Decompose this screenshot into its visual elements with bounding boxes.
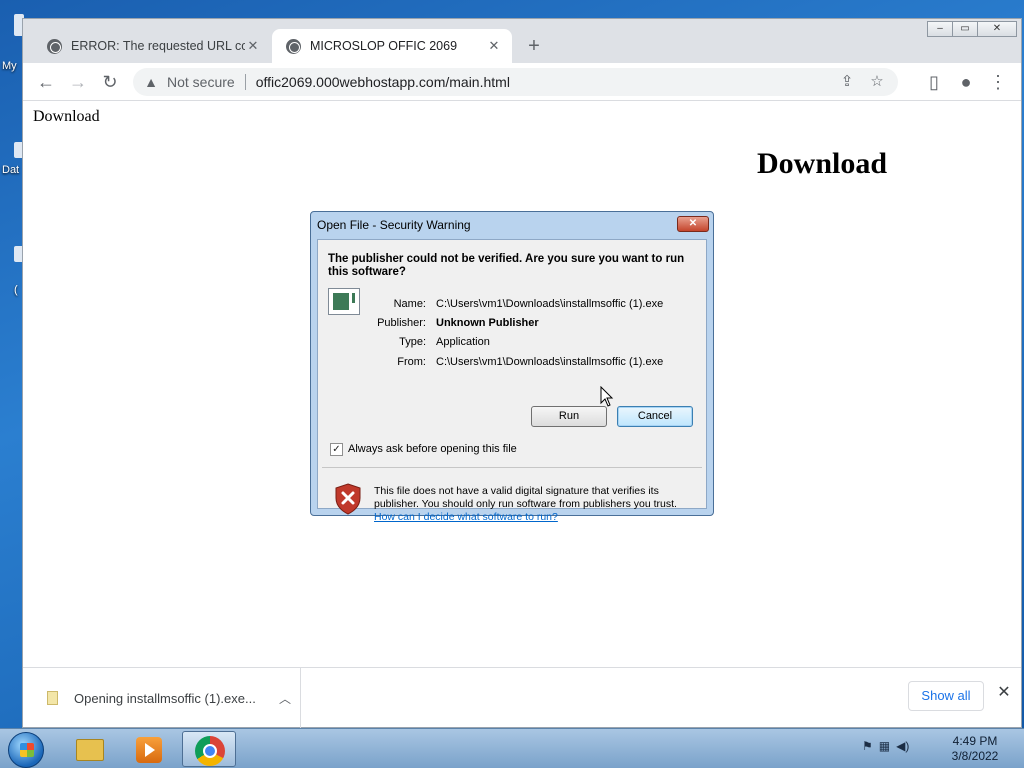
address-bar[interactable]: ▲ Not secure offic2069.000webhostapp.com… (133, 68, 898, 96)
taskbar: ⚑ ▦ ◀) 4:49 PM 3/8/2022 (0, 728, 1024, 768)
field-value: C:\Users\vm1\Downloads\installmsoffic (1… (436, 356, 664, 368)
clock-date: 3/8/2022 (951, 749, 999, 763)
chrome-icon (195, 736, 225, 766)
omnibox-actions: ⇪ ☆ (832, 70, 892, 94)
dialog-body: The publisher could not be verified. Are… (317, 239, 708, 523)
side-panel-icon[interactable]: ▯ (921, 69, 947, 95)
bookmark-star-icon[interactable]: ☆ (862, 70, 892, 94)
maximize-button[interactable]: ▭ (952, 21, 978, 37)
security-label[interactable]: Not secure (167, 74, 235, 90)
dialog-title: Open File - Security Warning (317, 218, 471, 232)
desktop-label-dat: Dat (2, 164, 20, 176)
reload-icon[interactable]: ↻ (97, 69, 123, 95)
clock[interactable]: 4:49 PM 3/8/2022 (940, 734, 1010, 764)
field-value: Application (436, 336, 490, 348)
globe-icon (47, 38, 62, 54)
cancel-button[interactable]: Cancel (617, 406, 693, 427)
taskbar-media-player[interactable] (122, 731, 176, 767)
minimize-button[interactable]: – (927, 21, 953, 37)
download-item-label: Opening installmsoffic (1).exe... (74, 690, 256, 706)
dialog-question: The publisher could not be verified. Are… (328, 253, 685, 278)
chevron-up-icon[interactable]: ︿ (270, 690, 300, 707)
desktop-label-3: ( (14, 284, 18, 296)
network-icon[interactable]: ▦ (879, 739, 890, 753)
page-heading: Download (757, 147, 888, 180)
always-ask-label[interactable]: Always ask before opening this file (348, 443, 517, 455)
file-icon (47, 691, 58, 705)
shield-error-icon (335, 483, 361, 515)
security-warning-dialog: Open File - Security Warning ✕ The publi… (310, 211, 714, 523)
field-label: From: (397, 356, 426, 368)
field-label: Publisher: (377, 317, 426, 329)
globe-icon (286, 38, 301, 54)
signature-warning-text: This file does not have a valid digital … (374, 485, 677, 510)
download-item[interactable]: Opening installmsoffic (1).exe... ︿ (23, 668, 301, 728)
show-all-button[interactable]: Show all (908, 681, 984, 711)
taskbar-explorer[interactable] (62, 731, 116, 767)
tab-title: MICROSLOP OFFIC 2069 (310, 39, 458, 53)
browser-toolbar: ← → ↻ ▲ Not secure offic2069.000webhosta… (23, 63, 1021, 101)
action-center-flag-icon[interactable]: ⚑ (862, 739, 873, 753)
menu-kebab-icon[interactable]: ⋮ (985, 69, 1011, 95)
run-button[interactable]: Run (531, 406, 607, 427)
dialog-close-button[interactable]: ✕ (677, 216, 709, 232)
taskbar-chrome[interactable] (182, 731, 236, 767)
mouse-cursor-icon (600, 386, 614, 407)
always-ask-checkbox[interactable]: ✓ (330, 443, 343, 456)
warning-triangle-icon: ▲ (144, 74, 158, 90)
field-label: Name: (393, 298, 426, 310)
start-button[interactable] (8, 732, 44, 768)
url-text[interactable]: offic2069.000webhostapp.com/main.html (256, 74, 510, 90)
tab-title: ERROR: The requested URL could (71, 39, 245, 53)
tab-close-icon[interactable]: ✕ (486, 38, 502, 54)
help-link[interactable]: How can I decide what software to run? (374, 511, 558, 523)
download-bar: Opening installmsoffic (1).exe... ︿ Show… (23, 667, 1021, 728)
field-value: C:\Users\vm1\Downloads\installmsoffic (1… (436, 298, 664, 310)
close-download-bar-icon[interactable]: ✕ (993, 682, 1015, 702)
field-label: Type: (399, 336, 426, 348)
close-window-button[interactable]: ✕ (977, 21, 1017, 37)
tab-close-icon[interactable]: ✕ (245, 38, 261, 54)
volume-icon[interactable]: ◀) (896, 739, 909, 753)
field-from: From: C:\Users\vm1\Downloads\installmsof… (318, 356, 708, 370)
new-tab-button[interactable]: + (523, 33, 545, 59)
field-type: Type: Application (318, 336, 708, 350)
field-publisher: Publisher: Unknown Publisher (318, 317, 708, 331)
field-value: Unknown Publisher (436, 317, 539, 329)
profile-avatar-icon[interactable]: ● (953, 69, 979, 95)
system-tray: ⚑ ▦ ◀) (862, 739, 909, 753)
omnibox-divider (244, 74, 246, 90)
field-name: Name: C:\Users\vm1\Downloads\installmsof… (318, 298, 708, 312)
folder-icon (76, 739, 104, 761)
tab-error[interactable]: ERROR: The requested URL could ✕ (33, 29, 271, 63)
tab-strip: ERROR: The requested URL could ✕ MICROSL… (23, 19, 1021, 63)
share-icon[interactable]: ⇪ (832, 70, 862, 94)
dialog-divider (322, 467, 702, 468)
tab-microslop[interactable]: MICROSLOP OFFIC 2069 ✕ (272, 29, 512, 63)
media-player-icon (136, 737, 162, 763)
clock-time: 4:49 PM (952, 734, 998, 748)
forward-arrow-icon[interactable]: → (65, 69, 91, 95)
download-link[interactable]: Download (33, 108, 100, 126)
back-arrow-icon[interactable]: ← (33, 69, 59, 95)
desktop-label-my: My (2, 60, 17, 72)
windows-logo-icon (20, 743, 34, 757)
